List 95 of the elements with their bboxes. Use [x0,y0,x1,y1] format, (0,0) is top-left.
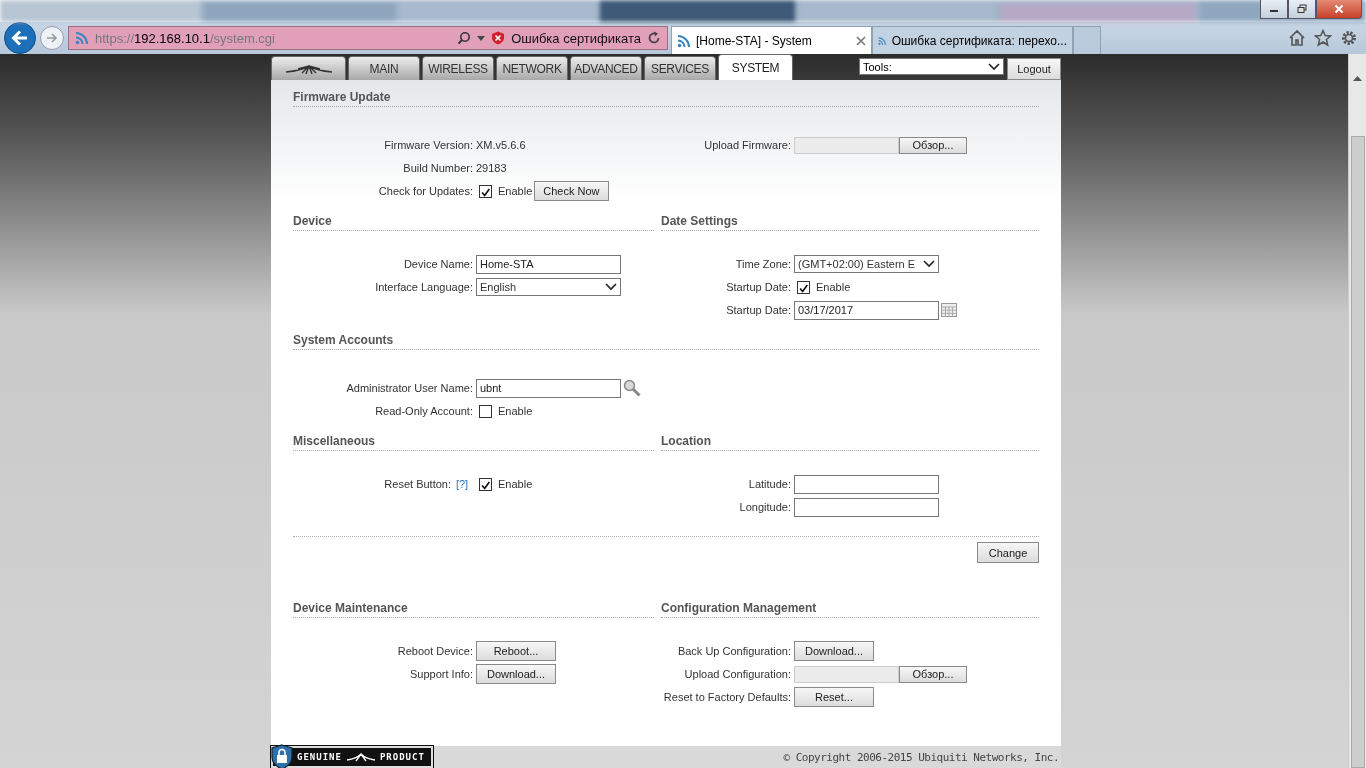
section-heading: System Accounts [293,333,1039,350]
nav-tab[interactable]: SERVICES [644,56,716,80]
browser-tab[interactable]: [Home-STA] - System [671,26,872,54]
logo-tab[interactable] [271,56,346,80]
forward-arrow-icon [45,31,59,45]
nav-tab[interactable]: WIRELESS [422,56,494,80]
checkbox[interactable] [479,404,492,418]
section-heading: Configuration Management [661,601,1039,618]
url-text: https://192.168.10.1/system.cgi [95,30,276,46]
field-label: Latitude: [747,478,791,490]
change-button[interactable]: Change [977,542,1039,563]
minimize-button[interactable] [1260,0,1288,19]
field-label: Time Zone: [734,258,791,270]
scrollbar[interactable] [1348,54,1366,768]
close-button[interactable] [1316,0,1362,19]
feed-icon [677,33,691,48]
browser-tab[interactable]: Ошибка сертификата: перехо... [872,26,1073,54]
field-value: 29183 [476,162,507,174]
field-label: Longitude: [738,501,791,513]
nav-tab[interactable]: SYSTEM [718,54,793,80]
close-icon [1334,4,1344,14]
restore-icon [1297,4,1307,14]
field-label: Upload Configuration: [683,668,791,680]
field-label: Startup Date: [725,281,791,293]
close-icon[interactable] [856,35,866,46]
field-label: Reset to Factory Defaults: [662,691,791,703]
nav-tab[interactable]: NETWORK [496,56,568,80]
help-link[interactable]: [?] [451,478,473,490]
field-label: Back Up Configuration: [676,645,791,657]
checkbox-label: Enable [816,281,851,293]
dropdown[interactable]: English [476,278,621,296]
back-button[interactable] [4,22,36,54]
field-label: Reset Button: [383,478,451,490]
restore-button[interactable] [1288,0,1316,19]
home-icon[interactable] [1288,29,1306,47]
text-field[interactable]: Home-STA [476,254,621,274]
check-now-button[interactable]: Check Now [534,181,609,201]
nav-tab[interactable]: MAIN [348,56,420,80]
settings-icon[interactable] [1340,29,1358,47]
field-label: Device Name: [402,258,473,270]
text-field[interactable] [794,474,939,494]
checkbox-label: Enable [498,405,533,417]
checkbox[interactable] [797,280,810,294]
tools-dropdown[interactable]: Tools: [859,58,1004,75]
section-heading: Device [293,214,654,231]
action-button[interactable]: Reboot... [476,641,556,661]
scroll-up-arrow-icon[interactable] [1353,76,1362,81]
text-field[interactable]: 03/17/2017 [794,300,939,320]
field-label: Firmware Version: [383,139,473,151]
field-label: Administrator User Name: [345,382,473,394]
section-heading: Location [661,434,1039,451]
copyright-text: © Copyright 2006-2015 Ubiquiti Networks, Inc. [783,750,1059,764]
text-field[interactable] [794,497,939,517]
field-label: Build Number: [402,162,473,174]
antenna-logo-icon [283,62,334,75]
text-field[interactable]: ubnt [476,378,621,398]
caret-icon[interactable] [477,35,486,41]
shield-icon [491,31,506,45]
caret-icon [923,260,935,268]
browse-button[interactable]: Обзор... [899,665,967,683]
caret-icon [988,62,1000,71]
star-icon[interactable] [1314,29,1332,47]
field-label: Interface Language: [374,281,473,293]
feed-icon [75,31,89,45]
file-path-field[interactable] [794,665,899,683]
nav-tab[interactable]: ADVANCED [570,56,642,80]
field-label: Startup Date: [725,304,791,316]
action-button[interactable]: Download... [794,641,874,661]
genuine-product-badge: GENUINE PRODUCT [271,746,433,768]
section-heading: Date Settings [661,214,1039,231]
back-arrow-icon [10,28,30,48]
search-icon[interactable] [457,31,472,45]
section-heading: Firmware Update [293,90,1039,107]
field-value: XM.v5.6.6 [476,139,526,151]
browse-button[interactable]: Обзор... [899,136,967,154]
logout-button[interactable]: Logout [1007,58,1061,80]
dropdown[interactable]: (GMT+02:00) Eastern E [794,255,939,273]
checkbox-label: Enable [498,185,533,197]
action-button[interactable]: Reset... [794,687,874,707]
file-path-field[interactable] [794,136,899,154]
section-heading: Miscellaneous [293,434,654,451]
section-heading: Device Maintenance [293,601,654,618]
checkbox-label: Enable [498,478,533,490]
checkbox[interactable] [479,184,492,198]
checkbox[interactable] [479,477,492,491]
field-label: Reboot Device: [396,645,473,657]
field-label: Support Info: [409,668,473,680]
refresh-icon[interactable] [647,31,661,45]
address-bar[interactable]: https://192.168.10.1/system.cgi Ошибка сертификата [68,26,668,50]
field-label: Read-Only Account: [374,405,473,417]
action-button[interactable]: Download... [476,664,556,684]
caret-icon [605,283,617,291]
field-label: Upload Firmware: [703,139,791,151]
field-label: Check for Updates: [377,185,473,197]
certificate-error-text[interactable]: Ошибка сертификата [511,30,641,46]
